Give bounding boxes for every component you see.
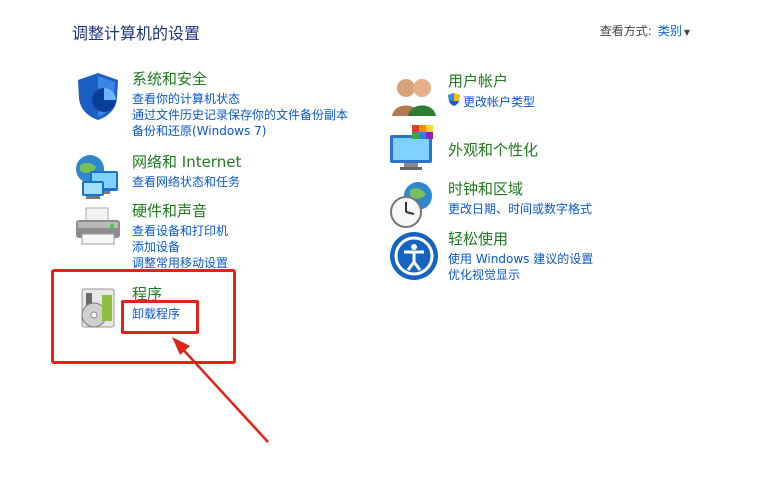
annotation-arrow-icon bbox=[172, 337, 269, 443]
